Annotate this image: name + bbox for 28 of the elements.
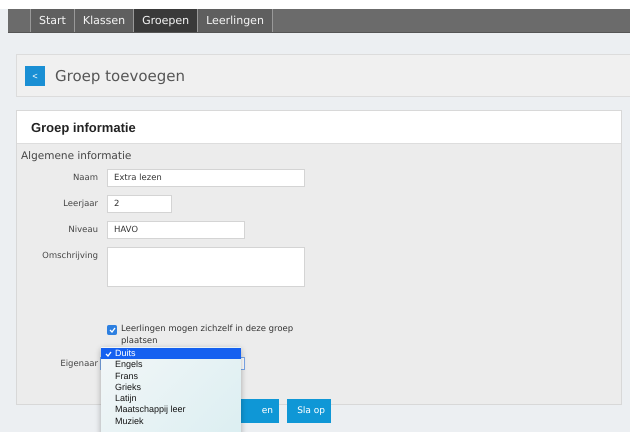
panel-title: Groep informatie: [31, 120, 136, 134]
input-field[interactable]: HAVO: [107, 221, 245, 239]
check-icon: [104, 350, 112, 357]
dropdown-option[interactable]: Duits: [101, 348, 241, 360]
field-label: Niveau: [67, 224, 98, 235]
nav-tab[interactable]: Groepen: [133, 9, 198, 32]
textarea-field[interactable]: [107, 247, 305, 287]
section-title: Algemene informatie: [21, 150, 132, 162]
nav-tab[interactable]: Klassen: [74, 9, 134, 32]
check-icon: [108, 327, 116, 333]
checkbox-label: Leerlingen mogen zichzelf in deze groep plaatsen: [121, 323, 294, 347]
dropdown-option[interactable]: Maatschappij leer: [101, 404, 241, 416]
dropdown-option[interactable]: Grieks: [101, 382, 241, 394]
dropdown-option[interactable]: Muziek: [101, 416, 241, 428]
input-field[interactable]: 2: [107, 195, 172, 213]
page-title: Groep toevoegen: [55, 66, 185, 84]
nav-tab[interactable]: Start: [30, 9, 75, 32]
checkbox[interactable]: [107, 325, 117, 335]
field-label: Eigenaar: [59, 358, 98, 369]
field-label: Naam: [72, 172, 98, 183]
input-field[interactable]: Extra lezen: [107, 169, 305, 187]
nav-tab[interactable]: Leerlingen: [197, 9, 273, 32]
dropdown-option[interactable]: Frans: [101, 370, 241, 382]
field-label: Omschrijving: [41, 250, 98, 261]
field-label: Leerjaar: [62, 198, 98, 209]
dropdown-option[interactable]: Engels: [101, 359, 241, 371]
dropdown-option[interactable]: Latijn: [101, 393, 241, 404]
back-button[interactable]: <: [25, 66, 45, 86]
